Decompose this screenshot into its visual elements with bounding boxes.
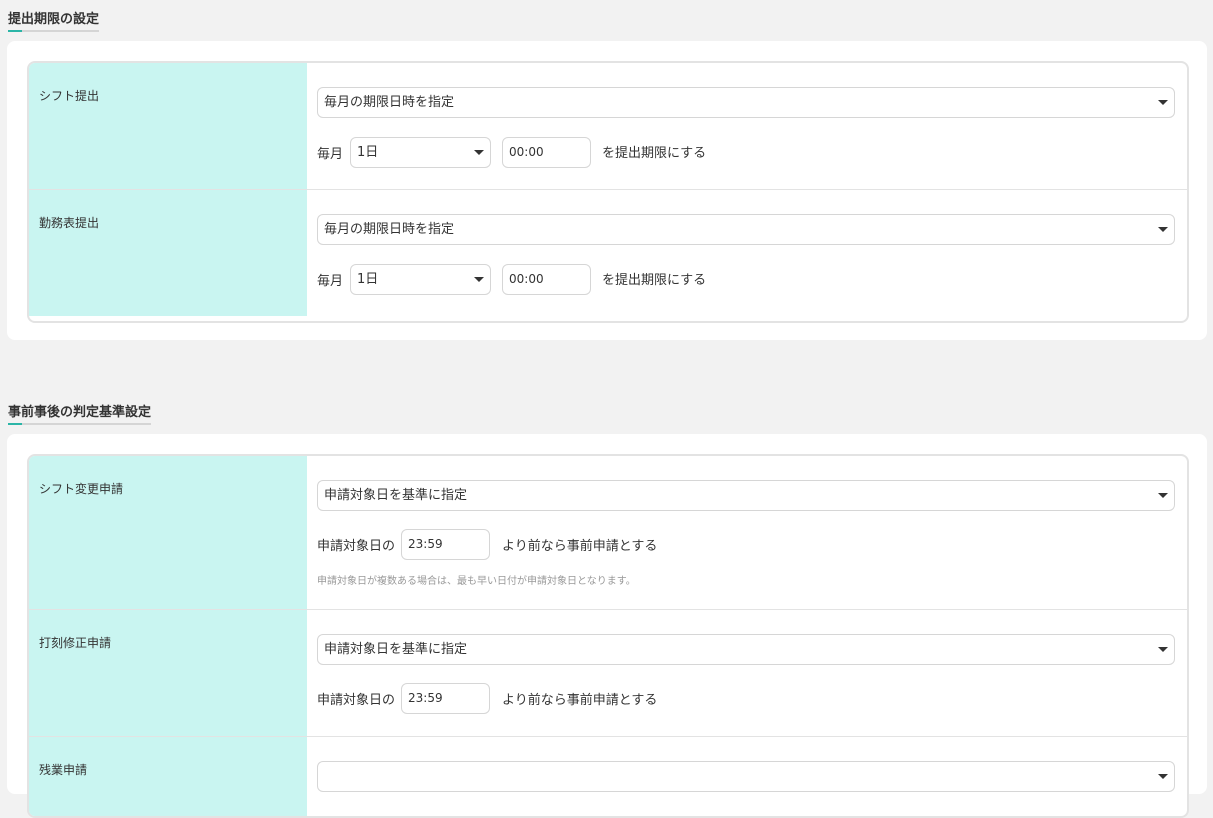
row-body xyxy=(307,737,1187,816)
judgement-mode-select[interactable]: 申請対象日を基準に指定 xyxy=(317,480,1175,511)
helper-note: 申請対象日が複数ある場合は、最も早い日付が申請対象日となります。 xyxy=(317,576,636,587)
row-label: 打刻修正申請 xyxy=(29,610,307,736)
judgement-suffix: より前なら事前申請とする xyxy=(502,693,658,708)
judgement-detail-line: 申請対象日の 23:59 より前なら事前申請とする xyxy=(317,529,657,560)
deadline-detail-line: 毎月 1日 00:00 を提出期限にする xyxy=(317,264,706,295)
monthly-label: 毎月 xyxy=(317,274,344,289)
select-value: 毎月の期限日時を指定 xyxy=(324,95,455,110)
title-accent xyxy=(8,423,22,425)
deadline-mode-select[interactable]: 毎月の期限日時を指定 xyxy=(317,87,1175,118)
chevron-down-icon xyxy=(1158,100,1168,105)
row-body: 毎月の期限日時を指定 毎月 1日 00:00 を提出期限にする xyxy=(307,190,1187,316)
target-date-label: 申請対象日の xyxy=(317,693,396,708)
deadline-suffix: を提出期限にする xyxy=(602,272,707,288)
deadline-mode-select[interactable]: 毎月の期限日時を指定 xyxy=(317,214,1175,245)
row-timesheet-submission: 勤務表提出 毎月の期限日時を指定 毎月 1日 00:00 を提出期限にする xyxy=(29,190,1187,316)
section-title-deadline: 提出期限の設定 xyxy=(8,8,100,32)
deadline-card: シフト提出 毎月の期限日時を指定 毎月 1日 00:00 を提出期限にする 勤務… xyxy=(7,41,1207,340)
time-input[interactable]: 23:59 xyxy=(401,529,491,560)
row-label: 勤務表提出 xyxy=(29,190,307,316)
deadline-detail-line: 毎月 1日 00:00 を提出期限にする xyxy=(317,137,706,168)
row-label: シフト提出 xyxy=(29,63,307,189)
row-label: シフト変更申請 xyxy=(29,456,307,609)
row-body: 毎月の期限日時を指定 毎月 1日 00:00 を提出期限にする xyxy=(307,63,1187,189)
chevron-down-icon xyxy=(1158,227,1168,232)
select-value: 申請対象日を基準に指定 xyxy=(324,642,468,657)
chevron-down-icon xyxy=(1158,493,1168,498)
judgement-detail-line: 申請対象日の 23:59 より前なら事前申請とする xyxy=(317,683,657,714)
judgement-table: シフト変更申請 申請対象日を基準に指定 申請対象日の 23:59 より前なら事前… xyxy=(27,454,1189,818)
select-value: 毎月の期限日時を指定 xyxy=(324,222,455,237)
day-select[interactable]: 1日 xyxy=(350,264,492,295)
title-accent xyxy=(8,30,22,32)
chevron-down-icon xyxy=(474,150,485,155)
row-label: 残業申請 xyxy=(29,737,307,816)
day-value: 1日 xyxy=(357,145,379,160)
time-value: 23:59 xyxy=(408,691,443,705)
row-shift-submission: シフト提出 毎月の期限日時を指定 毎月 1日 00:00 を提出期限にする xyxy=(29,63,1187,190)
target-date-label: 申請対象日の xyxy=(317,539,396,554)
judgement-mode-select[interactable]: 申請対象日を基準に指定 xyxy=(317,634,1175,665)
row-overtime-request: 残業申請 xyxy=(29,737,1187,816)
time-value: 00:00 xyxy=(509,145,544,159)
judgement-suffix: より前なら事前申請とする xyxy=(502,539,658,554)
deadline-suffix: を提出期限にする xyxy=(602,145,707,161)
section-title-text: 提出期限の設定 xyxy=(8,12,100,27)
time-input[interactable]: 23:59 xyxy=(401,683,491,714)
day-select[interactable]: 1日 xyxy=(350,137,492,168)
select-value: 申請対象日を基準に指定 xyxy=(324,488,468,503)
chevron-down-icon xyxy=(1158,647,1168,652)
row-clock-correction-request: 打刻修正申請 申請対象日を基準に指定 申請対象日の 23:59 より前なら事前申… xyxy=(29,610,1187,737)
time-value: 23:59 xyxy=(408,537,443,551)
deadline-table: シフト提出 毎月の期限日時を指定 毎月 1日 00:00 を提出期限にする 勤務… xyxy=(27,61,1189,323)
judgement-card: シフト変更申請 申請対象日を基準に指定 申請対象日の 23:59 より前なら事前… xyxy=(7,434,1207,818)
row-shift-change-request: シフト変更申請 申請対象日を基準に指定 申請対象日の 23:59 より前なら事前… xyxy=(29,456,1187,610)
section-title-judgement: 事前事後の判定基準設定 xyxy=(8,401,152,425)
chevron-down-icon xyxy=(474,277,485,282)
row-body: 申請対象日を基準に指定 申請対象日の 23:59 より前なら事前申請とする xyxy=(307,610,1187,736)
time-value: 00:00 xyxy=(509,272,544,286)
day-value: 1日 xyxy=(357,272,379,287)
time-input[interactable]: 00:00 xyxy=(502,264,592,295)
section-title-text: 事前事後の判定基準設定 xyxy=(8,405,152,420)
row-body: 申請対象日を基準に指定 申請対象日の 23:59 より前なら事前申請とする 申請… xyxy=(307,456,1187,609)
time-input[interactable]: 00:00 xyxy=(502,137,592,168)
chevron-down-icon xyxy=(1158,774,1168,779)
monthly-label: 毎月 xyxy=(317,147,344,162)
